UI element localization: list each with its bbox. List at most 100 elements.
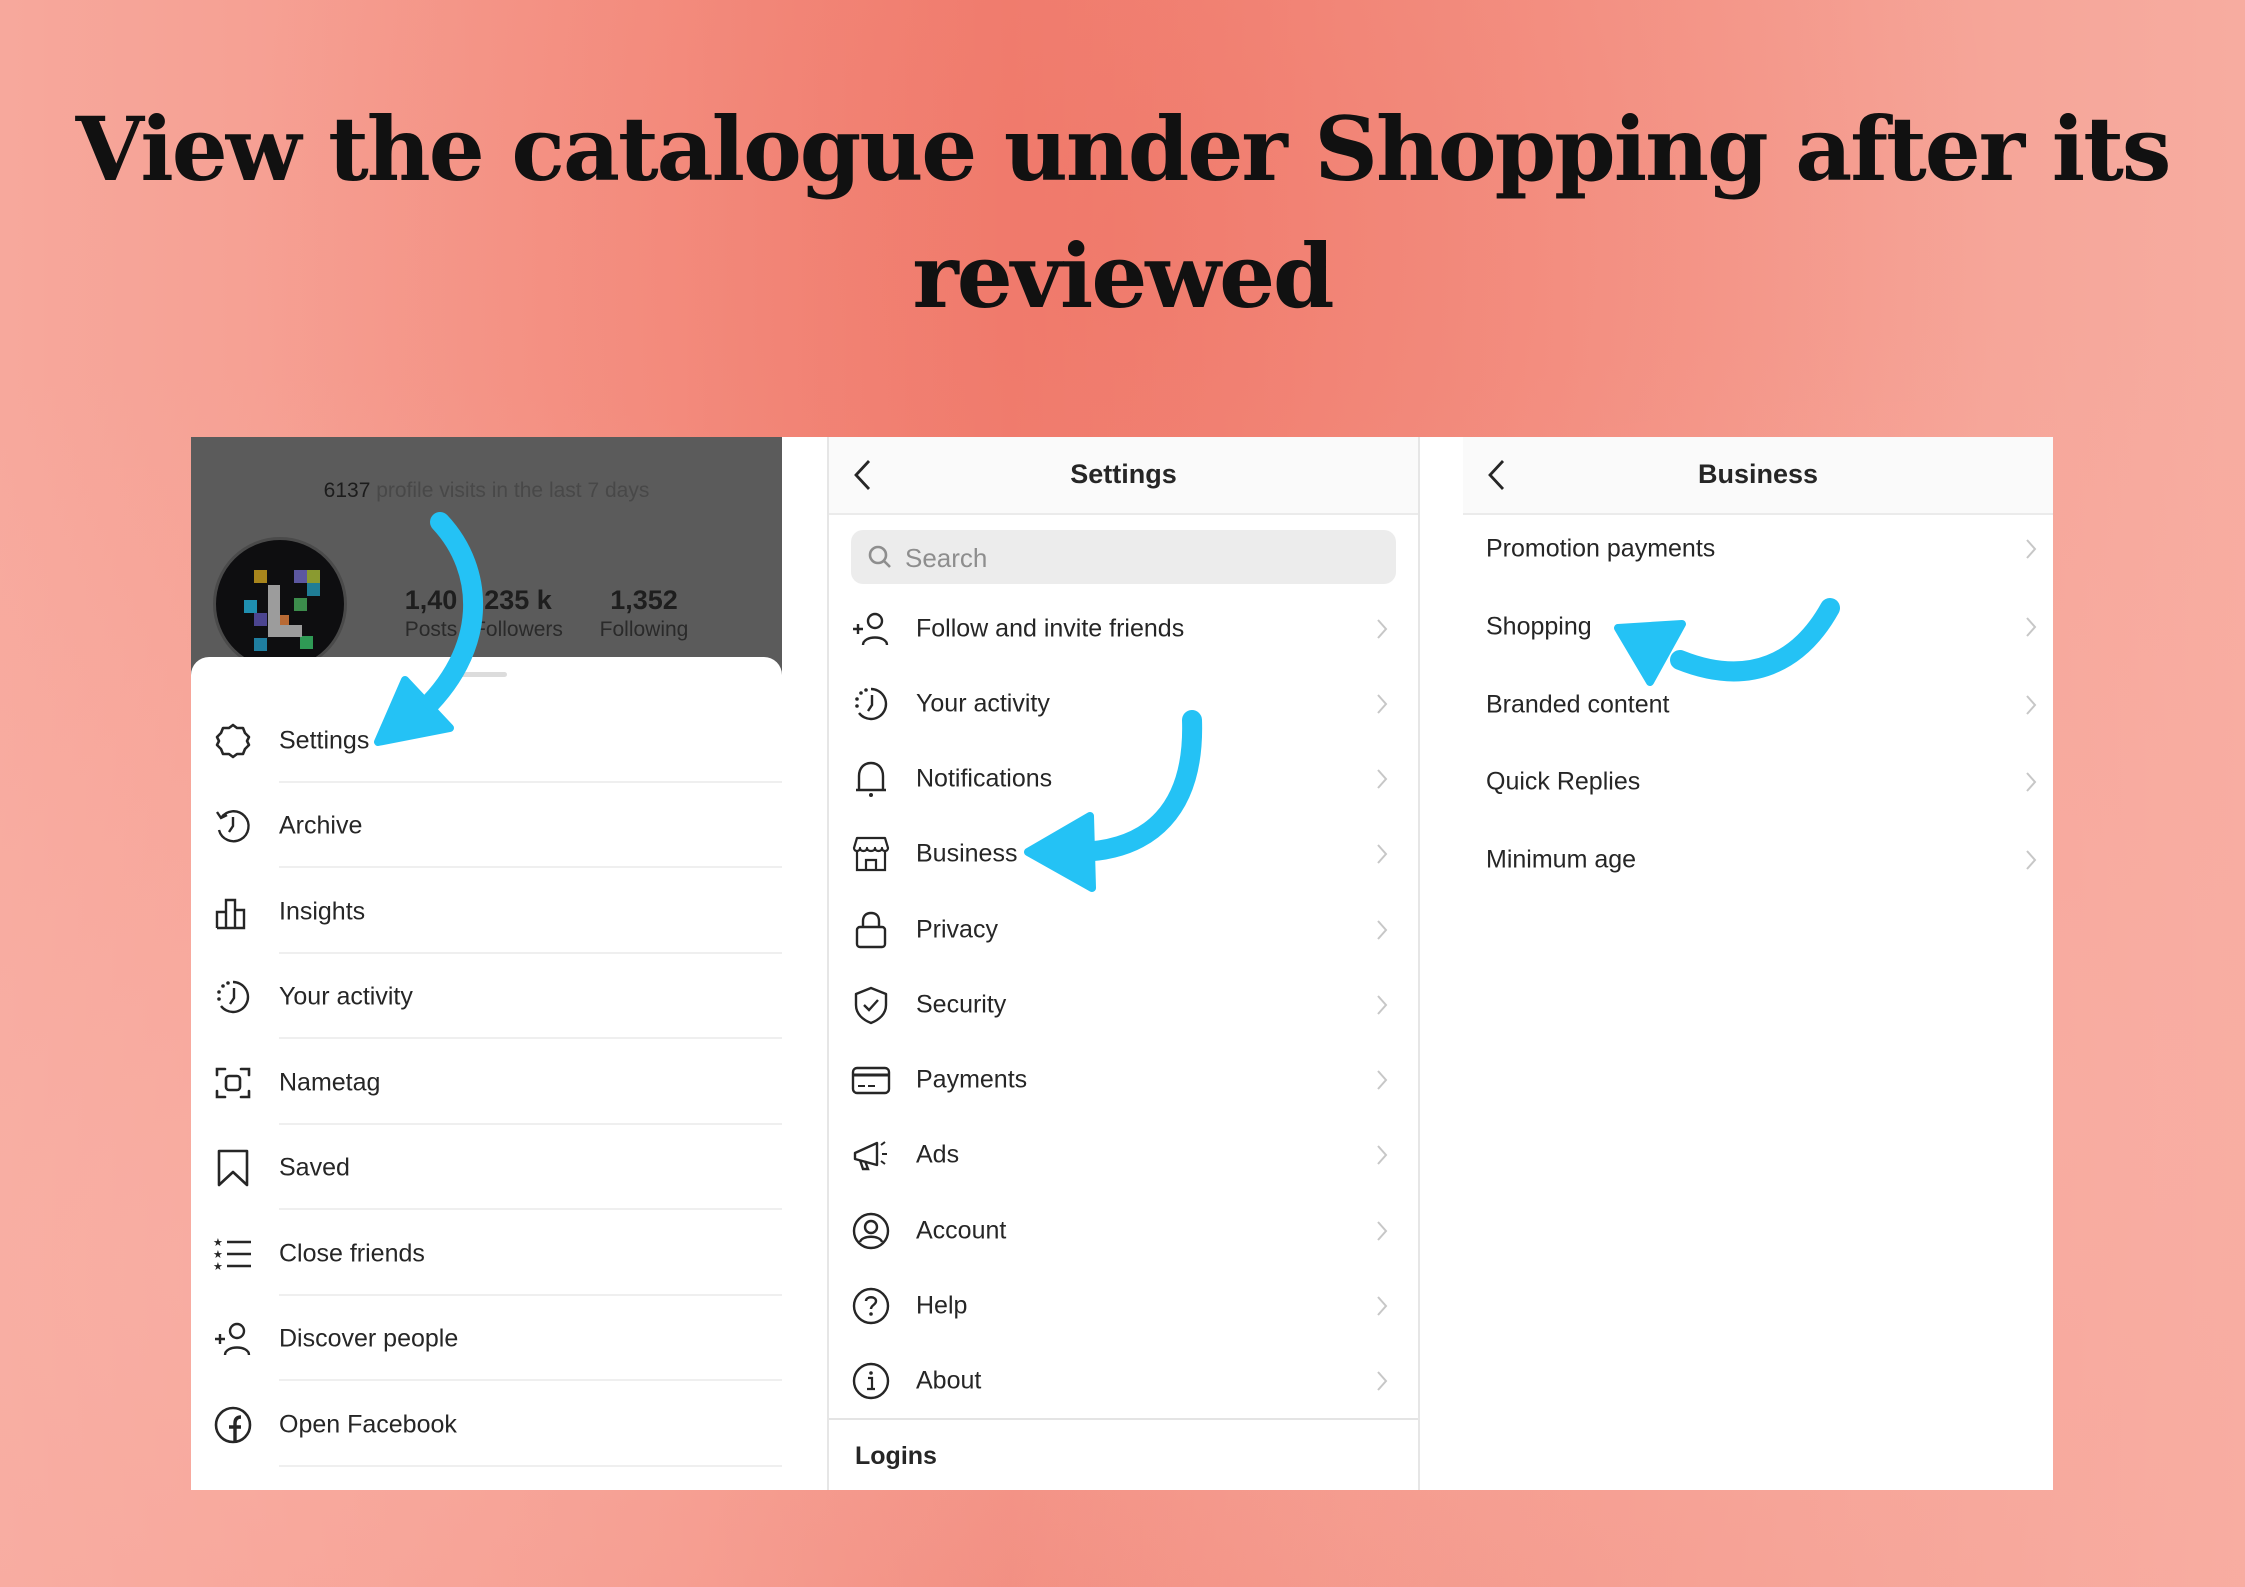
chevron-right-icon [1377, 919, 1388, 940]
help-circle-icon [852, 1287, 890, 1324]
stat-following[interactable]: 1,352 Following [569, 585, 719, 642]
menu-item-settings[interactable]: Settings [191, 698, 782, 783]
settings-item-business[interactable]: Business [829, 816, 1418, 891]
chevron-right-icon [1377, 693, 1388, 714]
business-item-shopping[interactable]: Shopping [1463, 588, 2053, 666]
bar-chart-icon [215, 898, 246, 929]
settings-item-payments[interactable]: Payments [829, 1042, 1418, 1117]
menu-item-close-friends[interactable]: ★ ★ ★ Close friends [191, 1211, 782, 1296]
menu-item-discover-people[interactable]: Discover people [191, 1296, 782, 1381]
business-item-label: Promotion payments [1486, 534, 1716, 563]
menu-item-archive[interactable]: Archive [191, 783, 782, 868]
chevron-right-icon [1377, 1144, 1388, 1165]
bell-icon [856, 761, 886, 797]
settings-item-label: Business [916, 839, 1018, 867]
business-title: Business [1697, 459, 1819, 489]
settings-item-help[interactable]: Help [829, 1268, 1418, 1343]
star-list-icon: ★★★ [213, 1237, 251, 1273]
megaphone-icon [853, 1140, 887, 1170]
chevron-right-icon [1377, 1370, 1388, 1391]
settings-item-follow-invite[interactable]: Follow and invite friends [829, 591, 1418, 666]
visits-text: profile visits in the last 7 days [370, 479, 650, 502]
page-title-line-2: reviewed [912, 224, 1334, 328]
svg-text:★: ★ [213, 1237, 223, 1249]
shield-check-icon [854, 986, 888, 1024]
business-screen: Business Promotion payments Shopping Bra… [1463, 437, 2053, 1490]
chevron-right-icon [1377, 843, 1388, 864]
settings-item-label: Account [916, 1216, 1007, 1244]
search-icon [868, 545, 891, 568]
facebook-icon [214, 1406, 252, 1443]
page-title-line-1: View the catalogue under Shopping after … [75, 97, 2172, 201]
settings-title: Settings [1070, 459, 1177, 489]
activity-clock-icon [855, 687, 888, 720]
settings-item-label: About [916, 1366, 982, 1394]
panel-gap [782, 437, 829, 1490]
chevron-right-icon [2026, 772, 2037, 792]
menu-sheet: Settings Archive Insights Your activity … [191, 657, 782, 1490]
profile-menu-screen: 6137 profile visits in the last 7 days 1… [191, 437, 782, 1490]
chevron-right-icon [2026, 850, 2037, 870]
credit-card-icon [851, 1066, 891, 1094]
menu-item-insights[interactable]: Insights [191, 869, 782, 954]
settings-item-ads[interactable]: Ads [829, 1117, 1418, 1192]
settings-search-input[interactable]: Search [851, 530, 1396, 584]
bookmark-icon [217, 1149, 249, 1186]
storefront-icon [852, 836, 890, 871]
svg-text:★: ★ [213, 1261, 223, 1273]
avatar-logo-icon [244, 570, 320, 651]
chevron-right-icon [2026, 695, 2037, 715]
svg-text:★: ★ [213, 1249, 223, 1261]
chevron-right-icon [1377, 618, 1388, 639]
menu-item-open-facebook[interactable]: Open Facebook [191, 1382, 782, 1467]
settings-item-about[interactable]: About [829, 1343, 1418, 1418]
account-circle-icon [852, 1212, 890, 1249]
chevron-right-icon [2026, 617, 2037, 637]
add-person-icon [853, 612, 889, 645]
chevron-right-icon [1377, 1220, 1388, 1241]
lock-icon [855, 911, 887, 948]
menu-item-saved[interactable]: Saved [191, 1125, 782, 1210]
settings-header: Settings [829, 437, 1418, 515]
menu-item-label: Insights [279, 897, 366, 925]
nametag-scan-icon [215, 1067, 251, 1098]
add-person-icon [215, 1322, 251, 1355]
business-item-label: Shopping [1486, 612, 1592, 641]
menu-item-nametag[interactable]: Nametag [191, 1040, 782, 1125]
sheet-drag-handle[interactable] [451, 672, 507, 677]
business-header: Business [1463, 437, 2053, 515]
settings-item-label: Help [916, 1291, 968, 1319]
settings-item-label: Your activity [916, 689, 1050, 717]
menu-item-label: Your activity [279, 982, 413, 1010]
avatar[interactable] [213, 537, 347, 671]
menu-item-label: Nametag [279, 1068, 381, 1096]
settings-item-security[interactable]: Security [829, 967, 1418, 1042]
profile-visits: 6137 profile visits in the last 7 days [191, 479, 782, 503]
settings-item-account[interactable]: Account [829, 1193, 1418, 1268]
settings-item-label: Privacy [916, 915, 998, 943]
chevron-right-icon [1377, 1069, 1388, 1090]
chevron-right-icon [1377, 1295, 1388, 1316]
archive-clock-icon [216, 809, 250, 842]
panel-gap [1418, 437, 1465, 1490]
business-item-branded-content[interactable]: Branded content [1463, 666, 2053, 744]
business-item-quick-replies[interactable]: Quick Replies [1463, 743, 2053, 821]
section-divider [829, 1418, 1418, 1420]
chevron-right-icon [1377, 768, 1388, 789]
business-item-label: Quick Replies [1486, 767, 1641, 796]
logins-section-header: Logins [855, 1442, 937, 1470]
business-item-label: Minimum age [1486, 845, 1637, 874]
settings-item-label: Payments [916, 1065, 1028, 1093]
business-item-minimum-age[interactable]: Minimum age [1463, 821, 2053, 899]
settings-item-privacy[interactable]: Privacy [829, 892, 1418, 967]
settings-item-label: Security [916, 990, 1007, 1018]
business-item-promotion-payments[interactable]: Promotion payments [1463, 510, 2053, 588]
settings-screen: Settings Search Follow and invite friend… [829, 437, 1418, 1490]
activity-clock-icon [217, 980, 250, 1013]
settings-item-your-activity[interactable]: Your activity [829, 666, 1418, 741]
settings-item-label: Ads [916, 1140, 960, 1168]
profile-header-overlay: 6137 profile visits in the last 7 days 1… [191, 437, 782, 677]
menu-item-label: Close friends [279, 1239, 425, 1267]
settings-item-notifications[interactable]: Notifications [829, 741, 1418, 816]
menu-item-your-activity[interactable]: Your activity [191, 954, 782, 1039]
